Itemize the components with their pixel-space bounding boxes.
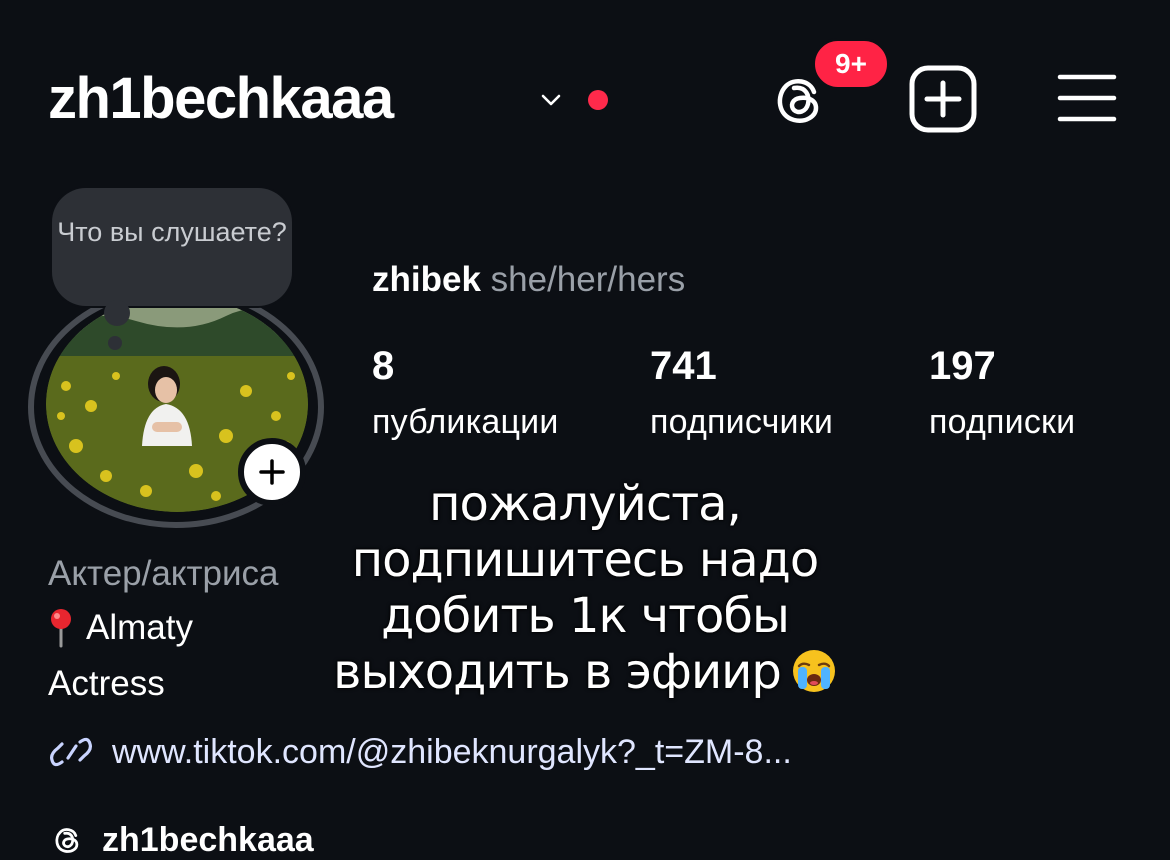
overlay-line: добить 1к чтобы — [381, 588, 790, 644]
bio-link-text[interactable]: www.tiktok.com/@zhibeknurgalyk?_t=ZM-8..… — [112, 730, 792, 774]
location-text: Almaty — [86, 608, 193, 647]
overlay-line: подпишитесь надо — [351, 532, 819, 588]
followers-count[interactable]: 741 — [650, 342, 717, 390]
unread-dot — [588, 90, 608, 110]
link-icon — [50, 737, 92, 767]
profile-username[interactable]: zh1bechkaaa — [48, 70, 394, 128]
overlay-caption: пожалуйста, подпишитесь надо добить 1к ч… — [320, 476, 850, 700]
threads-profile-link[interactable]: zh1bechkaaa — [48, 820, 314, 860]
following-label[interactable]: подписки — [929, 400, 1075, 444]
overlay-line: пожалуйста, — [429, 476, 742, 532]
hamburger-menu-icon[interactable] — [1056, 72, 1118, 124]
display-name: zhibek — [372, 260, 481, 299]
note-bubble-tail-small — [108, 336, 122, 350]
threads-handle[interactable]: zh1bechkaaa — [102, 821, 314, 860]
loudly-crying-face-emoji — [792, 650, 835, 692]
following-count[interactable]: 197 — [929, 342, 996, 390]
bio-text: Actress — [48, 664, 165, 703]
overlay-line: выходить в эфиир — [333, 644, 782, 700]
pronouns: she/her/hers — [490, 260, 686, 299]
round-pushpin-icon — [51, 609, 71, 648]
bio-link[interactable]: www.tiktok.com/@zhibeknurgalyk?_t=ZM-8..… — [48, 730, 792, 774]
overlay-line-emoji: выходить в эфиир — [320, 644, 850, 700]
bio-location: Almaty — [48, 606, 193, 650]
threads-icon — [55, 828, 79, 853]
followers-label[interactable]: подписчики — [650, 400, 833, 444]
chevron-down-icon[interactable] — [540, 92, 562, 108]
note-text: Что вы слушаете? — [57, 217, 287, 247]
add-story-button[interactable] — [238, 438, 306, 506]
notification-badge: 9+ — [812, 38, 890, 90]
name-line: zhibek she/her/hers — [372, 258, 685, 302]
profile-category: Актер/актриса — [48, 554, 279, 593]
note-bubble-tail — [104, 300, 130, 326]
posts-label[interactable]: публикации — [372, 400, 559, 444]
plus-square-icon[interactable] — [908, 64, 978, 134]
plus-icon — [259, 459, 285, 485]
posts-count[interactable]: 8 — [372, 342, 394, 390]
